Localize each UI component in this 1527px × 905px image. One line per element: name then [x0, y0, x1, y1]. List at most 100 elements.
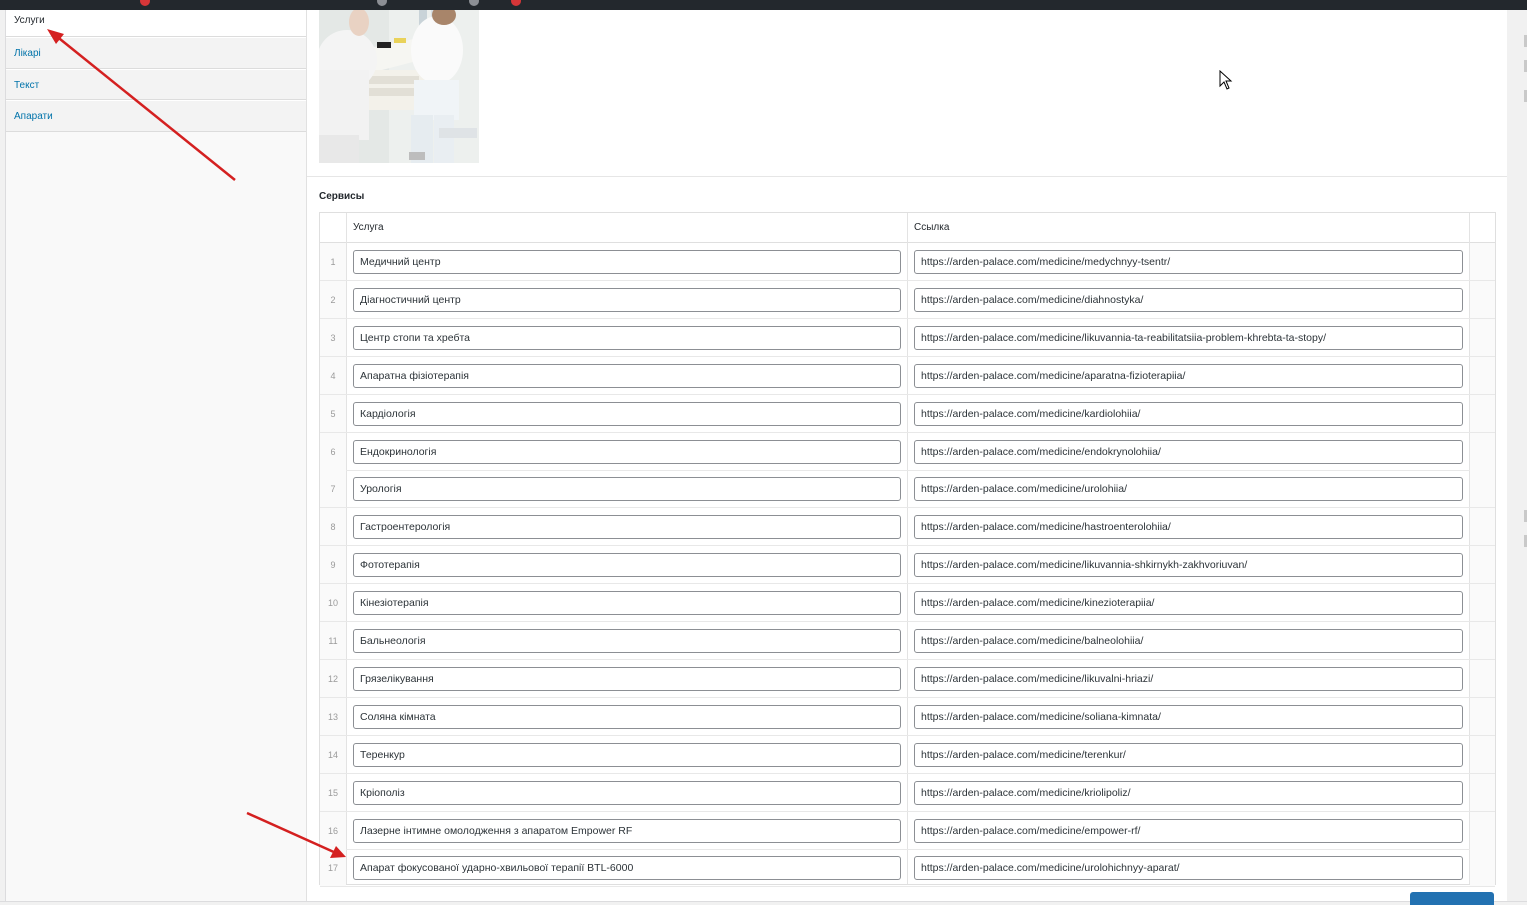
row-number[interactable]: 15 [320, 773, 346, 811]
table-row: 12 Грязелікування https://arden-palace.com… [320, 659, 1495, 698]
service-link-input[interactable]: https://arden-palace.com/medicine/empowe… [914, 818, 1463, 843]
service-link-input[interactable]: https://arden-palace.com/medicine/krioli… [914, 780, 1463, 805]
row-number[interactable]: 16 [320, 811, 346, 849]
service-name-input[interactable]: Грязелікування [353, 666, 901, 691]
service-link-input[interactable]: https://arden-palace.com/medicine/solian… [914, 704, 1463, 729]
update-button[interactable] [1410, 892, 1494, 905]
row-actions[interactable] [1470, 773, 1495, 811]
tab-doctors[interactable]: Лікарі [6, 37, 306, 69]
row-number[interactable]: 8 [320, 508, 346, 546]
service-link-input[interactable]: https://arden-palace.com/medicine/kinezi… [914, 591, 1463, 616]
table-row: 2 Діагностичний центр https://arden-palace… [320, 280, 1495, 319]
row-number[interactable]: 14 [320, 735, 346, 773]
service-name-input[interactable]: Центр стопи та хребта [353, 325, 901, 350]
plugin-icon[interactable] [377, 0, 387, 6]
service-name-input[interactable]: Урологія [353, 477, 901, 502]
featured-image[interactable] [319, 10, 479, 163]
section-divider [307, 176, 1507, 177]
service-link-input[interactable]: https://arden-palace.com/medicine/hastro… [914, 515, 1463, 540]
table-row: 4 Апаратна фізіотерапія https://arden-pala… [320, 356, 1495, 395]
tab-services[interactable]: Услуги [6, 10, 306, 37]
service-link-input[interactable]: https://arden-palace.com/medicine/endokr… [914, 439, 1463, 464]
service-link-input[interactable]: https://arden-palace.com/medicine/diahno… [914, 287, 1463, 312]
row-actions[interactable] [1470, 508, 1495, 546]
row-number[interactable]: 5 [320, 394, 346, 432]
row-number[interactable]: 7 [320, 470, 346, 508]
row-number[interactable]: 1 [320, 243, 346, 280]
bottom-edge [0, 901, 1527, 905]
row-actions[interactable] [1470, 280, 1495, 318]
row-actions[interactable] [1470, 622, 1495, 659]
row-number[interactable]: 13 [320, 697, 346, 735]
table-row: 6 Ендокринологія https://arden-palace.com/… [320, 432, 1495, 471]
services-repeater: Услуга Ссылка 1 Медичний центр https://ard… [319, 212, 1496, 888]
service-link-input[interactable]: https://arden-palace.com/medicine/likuva… [914, 666, 1463, 691]
notification-icon[interactable] [140, 0, 150, 6]
service-name-input[interactable]: Теренкур [353, 742, 901, 767]
row-actions[interactable] [1470, 432, 1495, 470]
table-row: 3 Центр стопи та хребта https://arden-pala… [320, 318, 1495, 357]
row-number[interactable]: 10 [320, 584, 346, 622]
row-number[interactable]: 6 [320, 432, 346, 470]
service-name-input[interactable]: Кардіологія [353, 401, 901, 426]
row-actions[interactable] [1470, 659, 1495, 697]
tab-devices[interactable]: Апарати [6, 100, 306, 132]
row-number[interactable]: 2 [320, 280, 346, 318]
service-link-input[interactable]: https://arden-palace.com/medicine/likuva… [914, 553, 1463, 578]
service-name-input[interactable]: Апарат фокусованої ударно-хвильової тера… [353, 856, 901, 881]
table-row: 5 Кардіологія https://arden-palace.com/med… [320, 394, 1495, 433]
table-row: 8 Гастроентерологія https://arden-palace.c… [320, 508, 1495, 547]
service-name-input[interactable]: Гастроентерологія [353, 515, 901, 540]
service-link-input[interactable]: https://arden-palace.com/medicine/uroloh… [914, 477, 1463, 502]
service-name-input[interactable]: Лазерне інтимне омолодження з апаратом E… [353, 818, 901, 843]
table-row: 17 Апарат фокусованої ударно-хвильової те… [320, 849, 1495, 888]
service-name-input[interactable]: Соляна кімната [353, 704, 901, 729]
service-name-input[interactable]: Кріополіз [353, 780, 901, 805]
column-header-service: Услуга [353, 222, 384, 233]
service-link-input[interactable]: https://arden-palace.com/medicine/medych… [914, 250, 1463, 274]
service-link-input[interactable]: https://arden-palace.com/medicine/terenk… [914, 742, 1463, 767]
service-name-input[interactable]: Медичний центр [353, 250, 901, 274]
table-row: 7 Урологія https://arden-palace.com/medici… [320, 470, 1495, 509]
row-actions[interactable] [1470, 849, 1495, 887]
service-name-input[interactable]: Кінезіотерапія [353, 591, 901, 616]
row-actions[interactable] [1470, 243, 1495, 280]
service-name-input[interactable]: Діагностичний центр [353, 287, 901, 312]
service-name-input[interactable]: Бальнеологія [353, 629, 901, 653]
right-scroll-strip [1507, 10, 1527, 905]
row-actions[interactable] [1470, 394, 1495, 432]
row-number[interactable]: 11 [320, 622, 346, 659]
row-actions[interactable] [1470, 356, 1495, 394]
row-number[interactable]: 17 [320, 849, 346, 887]
service-link-input[interactable]: https://arden-palace.com/medicine/uroloh… [914, 856, 1463, 881]
row-actions[interactable] [1470, 811, 1495, 849]
row-actions[interactable] [1470, 318, 1495, 356]
row-actions[interactable] [1470, 546, 1495, 584]
service-link-input[interactable]: https://arden-palace.com/medicine/aparat… [914, 363, 1463, 388]
row-number[interactable]: 4 [320, 356, 346, 394]
row-actions[interactable] [1470, 697, 1495, 735]
row-number[interactable]: 3 [320, 318, 346, 356]
row-actions[interactable] [1470, 584, 1495, 622]
tab-text[interactable]: Текст [6, 69, 306, 100]
row-actions[interactable] [1470, 735, 1495, 773]
status-icon[interactable] [469, 0, 479, 6]
alert-icon[interactable] [511, 0, 521, 6]
service-link-input[interactable]: https://arden-palace.com/medicine/likuva… [914, 325, 1463, 350]
row-actions[interactable] [1470, 470, 1495, 508]
service-name-input[interactable]: Ендокринологія [353, 439, 901, 464]
mouse-pointer-icon [1219, 69, 1233, 93]
service-name-input[interactable]: Фототерапія [353, 553, 901, 578]
service-link-input[interactable]: https://arden-palace.com/medicine/kardio… [914, 401, 1463, 426]
service-name-input[interactable]: Апаратна фізіотерапія [353, 363, 901, 388]
row-number[interactable]: 9 [320, 546, 346, 584]
tabs-sidebar: Услуги Лікарі Текст Апарати [6, 10, 307, 905]
clinic-photo [319, 10, 479, 163]
table-row: 14 Теренкур https://arden-palace.com/medic… [320, 735, 1495, 774]
table-row: 11 Бальнеологія https://arden-palace.com/m… [320, 622, 1495, 660]
table-row: 15 Кріополіз https://arden-palace.com/medi… [320, 773, 1495, 812]
table-row: 10 Кінезіотерапія https://arden-palace.com… [320, 584, 1495, 623]
service-link-input[interactable]: https://arden-palace.com/medicine/balneo… [914, 629, 1463, 653]
row-number[interactable]: 12 [320, 659, 346, 697]
admin-bar [0, 0, 1527, 10]
